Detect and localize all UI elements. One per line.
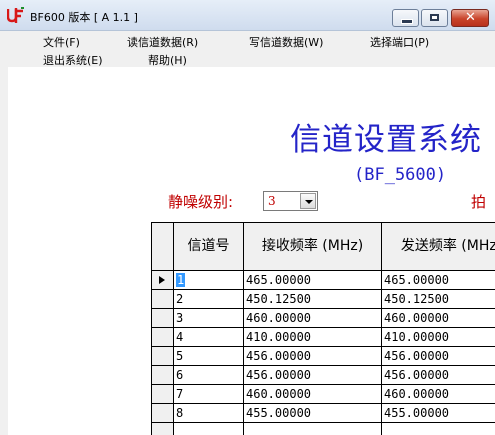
app-logo-icon (7, 7, 24, 23)
tx-frequency-cell[interactable]: 410.00000 (382, 328, 495, 347)
maximize-icon (430, 14, 439, 21)
channel-cell[interactable]: 7 (174, 385, 244, 404)
menu-read-channel-data[interactable]: 读信道数据(R) (127, 34, 198, 50)
tx-frequency-cell[interactable]: 455.00000 (382, 404, 495, 423)
tx-frequency-cell[interactable]: 460.00000 (382, 309, 495, 328)
dropdown-arrow-icon[interactable] (300, 193, 316, 209)
minimize-button[interactable] (392, 9, 419, 27)
row-selector[interactable] (152, 404, 174, 423)
app-window: BF600 版本 [ A 1.1 ] ✕ 文件(F) 读信道数据(R) 写信道数… (0, 0, 495, 435)
minimize-icon (401, 19, 413, 24)
rx-frequency-cell[interactable]: 456.00000 (244, 347, 382, 366)
rx-frequency-cell[interactable] (244, 423, 382, 435)
left-border (0, 67, 8, 435)
rx-frequency-cell[interactable]: 450.12500 (244, 290, 382, 309)
tx-frequency-cell[interactable]: 450.12500 (382, 290, 495, 309)
row-selector[interactable] (152, 309, 174, 328)
rx-frequency-cell[interactable]: 455.00000 (244, 404, 382, 423)
window-title: BF600 版本 [ A 1.1 ] (30, 11, 138, 24)
channel-cell[interactable]: 1 (174, 271, 244, 290)
maximize-button[interactable] (421, 9, 448, 27)
close-button[interactable]: ✕ (451, 9, 489, 27)
squelch-level-select[interactable]: 3 (263, 191, 318, 211)
menu-file[interactable]: 文件(F) (43, 34, 80, 50)
rx-frequency-cell[interactable]: 456.00000 (244, 366, 382, 385)
current-row-pointer-icon (159, 276, 165, 284)
channel-cell[interactable] (174, 423, 244, 435)
truncated-label: 拍 (471, 193, 487, 211)
menu-exit-system[interactable]: 退出系统(E) (43, 52, 103, 68)
channel-cell[interactable]: 6 (174, 366, 244, 385)
main-content: 信道设置系统 (BF_5600) 静噪级别: 3 拍 信道号 接收频率 (MHz… (8, 67, 495, 435)
column-header-channel[interactable]: 信道号 (174, 223, 244, 271)
row-selector[interactable] (152, 271, 174, 290)
channel-cell[interactable]: 5 (174, 347, 244, 366)
rx-frequency-cell[interactable]: 460.00000 (244, 385, 382, 404)
column-header-tx-frequency[interactable]: 发送频率 (MHz) (382, 223, 495, 271)
page-title: 信道设置系统 (290, 122, 482, 158)
tx-frequency-cell[interactable]: 460.00000 (382, 385, 495, 404)
close-icon: ✕ (465, 10, 476, 25)
tx-frequency-cell[interactable]: 456.00000 (382, 366, 495, 385)
tx-frequency-cell[interactable]: 465.00000 (382, 271, 495, 290)
title-bar[interactable]: BF600 版本 [ A 1.1 ] ✕ (0, 0, 495, 31)
channel-cell[interactable]: 2 (174, 290, 244, 309)
channel-cell[interactable]: 4 (174, 328, 244, 347)
channel-cell[interactable]: 8 (174, 404, 244, 423)
menu-select-port[interactable]: 选择端口(P) (370, 34, 429, 50)
channel-cell[interactable]: 3 (174, 309, 244, 328)
model-subtitle: (BF_5600) (354, 165, 447, 185)
squelch-level-label: 静噪级别: (168, 193, 234, 211)
row-selector[interactable] (152, 347, 174, 366)
tx-frequency-cell[interactable]: 456.00000 (382, 347, 495, 366)
rx-frequency-cell[interactable]: 410.00000 (244, 328, 382, 347)
menu-bar: 文件(F) 读信道数据(R) 写信道数据(W) 选择端口(P) 退出系统(E) … (8, 31, 487, 67)
column-header-rx-frequency[interactable]: 接收频率 (MHz) (244, 223, 382, 271)
row-selector[interactable] (152, 385, 174, 404)
row-selector[interactable] (152, 290, 174, 309)
row-selector[interactable] (152, 366, 174, 385)
squelch-level-value: 3 (268, 194, 276, 208)
rx-frequency-cell[interactable]: 465.00000 (244, 271, 382, 290)
menu-write-channel-data[interactable]: 写信道数据(W) (249, 34, 323, 50)
menu-help[interactable]: 帮助(H) (148, 52, 187, 68)
row-selector[interactable] (152, 328, 174, 347)
channel-table[interactable]: 信道号 接收频率 (MHz) 发送频率 (MHz) 1 465.00000 46… (151, 222, 495, 435)
row-selector[interactable] (152, 423, 174, 435)
row-selector-header (152, 223, 174, 271)
selected-cell-text: 1 (176, 273, 186, 287)
tx-frequency-cell[interactable] (382, 423, 495, 435)
rx-frequency-cell[interactable]: 460.00000 (244, 309, 382, 328)
